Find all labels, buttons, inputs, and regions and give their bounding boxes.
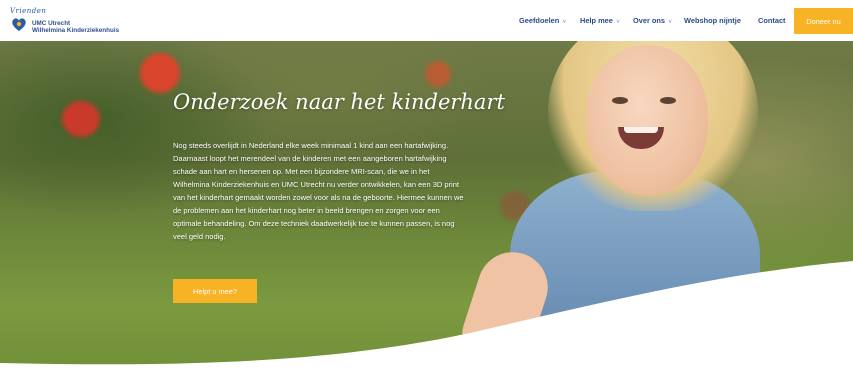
chevron-down-icon: ∨	[562, 19, 567, 25]
nav-label: Help mee	[580, 16, 613, 25]
chevron-down-icon: ∨	[668, 19, 673, 25]
nav-item-help-mee[interactable]: Help mee ∨	[580, 16, 620, 25]
logo-arc-text: Vrienden	[10, 7, 47, 15]
site-header: Vrienden UMC Utrecht Wilhelmina Kinderzi…	[0, 0, 853, 41]
nav-item-geefdoelen[interactable]: Geefdoelen ∨	[519, 16, 567, 25]
hero-wave-divider	[0, 261, 853, 381]
donate-button[interactable]: Doneer nu	[794, 8, 853, 34]
nav-label: Webshop nijntje	[684, 16, 741, 25]
logo-line-umc: UMC Utrecht	[32, 20, 71, 27]
nav-label: Over ons	[633, 16, 666, 25]
hero-section: Onderzoek naar het kinderhart Nog steeds…	[0, 41, 853, 381]
logo-line-wkz: Wilhelmina Kinderziekenhuis	[32, 27, 120, 34]
nav-label: Contact	[758, 16, 786, 25]
nav-item-contact[interactable]: Contact	[758, 16, 786, 25]
nav-item-over-ons[interactable]: Over ons ∨	[633, 16, 672, 25]
site-logo[interactable]: Vrienden UMC Utrecht Wilhelmina Kinderzi…	[8, 6, 138, 36]
nav-label: Geefdoelen	[519, 16, 560, 25]
chevron-down-icon: ∨	[615, 19, 621, 25]
nav-item-webshop[interactable]: Webshop nijntje	[684, 16, 741, 25]
umc-heart-logo-icon	[12, 18, 26, 31]
